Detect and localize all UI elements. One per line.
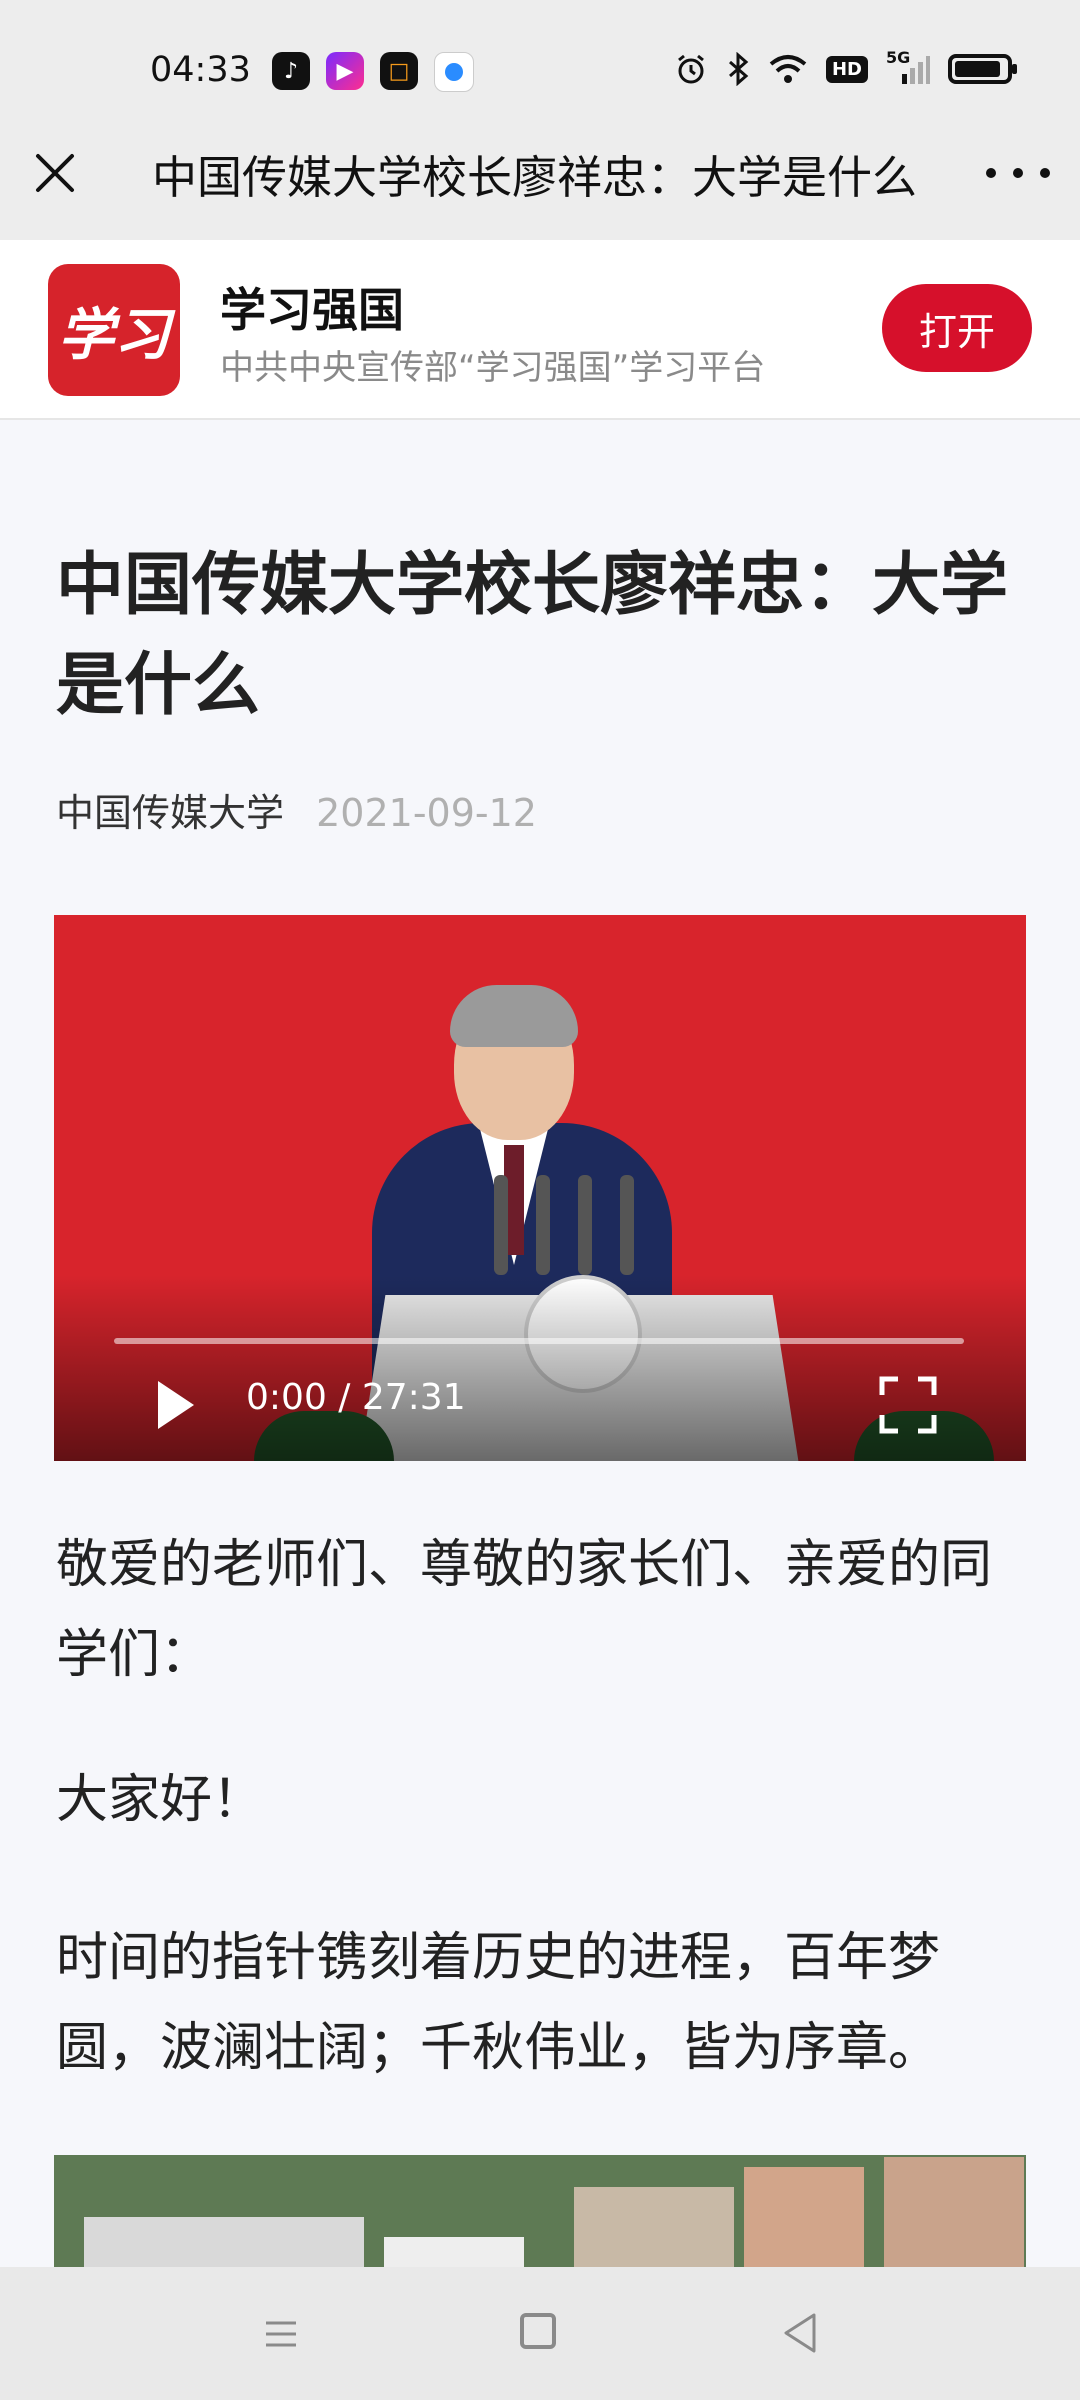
open-app-button[interactable]: 打开 bbox=[882, 284, 1032, 372]
status-bar: 04:33 ♪ ▶ □ HD 5G bbox=[0, 0, 1080, 120]
article-source[interactable]: 中国传媒大学 bbox=[56, 791, 284, 835]
status-time: 04:33 bbox=[150, 50, 251, 90]
status-app-icons: ♪ ▶ □ bbox=[272, 52, 474, 92]
video-app-icon: ▶ bbox=[326, 52, 364, 90]
app-name: 学习强国 bbox=[220, 283, 404, 337]
signal-icon: 5G bbox=[886, 48, 930, 86]
orange-app-icon: □ bbox=[380, 52, 418, 90]
hd-icon: HD bbox=[825, 55, 868, 83]
blue-dot-app-icon bbox=[434, 52, 474, 92]
home-icon[interactable] bbox=[520, 2313, 556, 2349]
back-icon[interactable] bbox=[780, 2311, 820, 2355]
close-icon[interactable] bbox=[30, 148, 80, 198]
app-logo: 学习 bbox=[48, 264, 180, 396]
video-player[interactable]: 0:00 / 27:31 bbox=[54, 915, 1026, 1461]
video-progress-bar[interactable] bbox=[114, 1338, 964, 1344]
article-paragraph: 敬爱的老师们、尊敬的家长们、亲爱的同学们： bbox=[56, 1535, 993, 1685]
more-options-icon[interactable] bbox=[986, 158, 1050, 188]
wifi-icon bbox=[769, 55, 807, 83]
article-title: 中国传媒大学校长廖祥忠：大学是什么 bbox=[56, 546, 1009, 725]
tiktok-icon: ♪ bbox=[272, 52, 310, 90]
app-download-banner: 学习 学习强国 中共中央宣传部“学习强国”学习平台 打开 bbox=[0, 240, 1080, 420]
article-paragraph: 大家好！ bbox=[56, 1770, 265, 1830]
recent-apps-icon[interactable] bbox=[262, 2315, 300, 2353]
play-icon[interactable] bbox=[150, 1375, 200, 1435]
top-nav-bar: 中国传媒大学校长廖祥忠：大学是什么 bbox=[0, 120, 1080, 240]
article-paragraph: 时间的指针镌刻着历史的进程，百年梦圆，波澜壮阔；千秋伟业，皆为序章。 bbox=[56, 1928, 941, 2078]
article-image[interactable] bbox=[54, 2155, 1026, 2267]
status-system-icons: HD 5G bbox=[674, 48, 1017, 86]
article-date: 2021-09-12 bbox=[316, 791, 537, 835]
alarm-icon bbox=[678, 54, 704, 84]
video-time: 0:00 / 27:31 bbox=[246, 1377, 466, 1418]
system-navigation-bar bbox=[0, 2267, 1080, 2400]
fullscreen-icon[interactable] bbox=[876, 1373, 940, 1437]
bluetooth-icon bbox=[728, 52, 749, 86]
app-subtitle: 中共中央宣传部“学习强国”学习平台 bbox=[220, 348, 766, 388]
page-title: 中国传媒大学校长廖祥忠：大学是什么 bbox=[152, 151, 918, 204]
battery-icon bbox=[948, 54, 1017, 84]
article-meta: 中国传媒大学 2021-09-12 bbox=[56, 782, 537, 837]
